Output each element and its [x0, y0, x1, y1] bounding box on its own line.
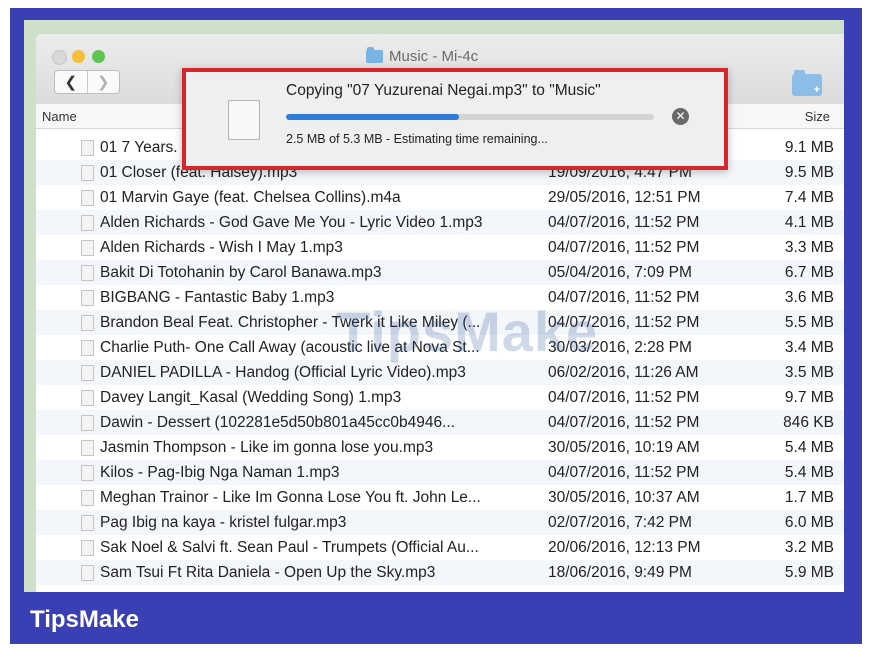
close-window-button[interactable]: [52, 50, 67, 65]
file-icon: [81, 215, 94, 231]
file-name: Dawin - Dessert (102281e5d50b801a45cc0b4…: [100, 414, 456, 431]
file-size: 846 KB: [783, 414, 834, 431]
file-date: 04/07/2016, 11:52 PM: [548, 464, 700, 481]
file-name: Sak Noel & Salvi ft. Sean Paul - Trumpet…: [100, 539, 479, 556]
file-size: 5.9 MB: [784, 564, 834, 581]
copy-progress-bar: [286, 114, 654, 120]
window-title-text: Music - Mi-4c: [389, 48, 479, 65]
file-size: 5.4 MB: [784, 464, 834, 481]
forward-button[interactable]: ❯: [86, 71, 120, 93]
file-size: 6.0 MB: [784, 514, 834, 531]
file-size: 3.5 MB: [784, 364, 834, 381]
new-folder-icon[interactable]: +: [792, 70, 822, 96]
stop-copy-icon[interactable]: ✕: [672, 108, 689, 125]
file-name: Jasmin Thompson - Like im gonna lose you…: [100, 439, 434, 456]
file-date: 30/05/2016, 10:19 AM: [548, 439, 700, 456]
file-icon: [81, 240, 94, 256]
file-name: 01 Marvin Gaye (feat. Chelsea Collins).m…: [100, 189, 401, 206]
file-size: 6.7 MB: [784, 264, 834, 281]
file-date: 05/04/2016, 7:09 PM: [548, 264, 692, 281]
navigation-buttons: ❮ ❯: [54, 70, 120, 94]
file-size: 9.5 MB: [784, 164, 834, 181]
file-icon: [81, 515, 94, 531]
column-header-size[interactable]: Size: [805, 109, 830, 124]
file-icon: [81, 265, 94, 281]
file-name: Davey Langit_Kasal (Wedding Song) 1.mp3: [100, 389, 402, 406]
file-date: 20/06/2016, 12:13 PM: [548, 539, 701, 556]
copy-dialog-title: Copying "07 Yuzurenai Negai.mp3" to "Mus…: [286, 82, 601, 99]
file-size: 3.6 MB: [784, 289, 834, 306]
file-icon: [81, 540, 94, 556]
screenshot-area: Music - Mi-4c ❮ ❯ + Name Size 01 7 Years…: [24, 20, 844, 592]
file-row[interactable]: Sam Tsui Ft Rita Daniela - Open Up the S…: [36, 560, 844, 585]
watermark: TipsMake: [336, 300, 599, 363]
file-row[interactable]: Davey Langit_Kasal (Wedding Song) 1.mp3 0…: [36, 385, 844, 410]
file-name: Sam Tsui Ft Rita Daniela - Open Up the S…: [100, 564, 436, 581]
brand-logo: TipsMake: [30, 606, 139, 633]
file-size: 3.2 MB: [784, 539, 834, 556]
file-icon: [81, 290, 94, 306]
file-row[interactable]: Alden Richards - Wish I May 1.mp3 04/07/2…: [36, 235, 844, 260]
file-row[interactable]: Kilos - Pag-Ibig Nga Naman 1.mp3 04/07/20…: [36, 460, 844, 485]
file-icon: [81, 340, 94, 356]
file-row[interactable]: Meghan Trainor - Like Im Gonna Lose You …: [36, 485, 844, 510]
file-size: 1.7 MB: [784, 489, 834, 506]
image-frame: Music - Mi-4c ❮ ❯ + Name Size 01 7 Years…: [10, 8, 862, 644]
file-icon: [81, 315, 94, 331]
file-icon: [81, 140, 94, 156]
copy-progress-fill: [286, 114, 459, 120]
file-size: 7.4 MB: [784, 189, 834, 206]
window-title: Music - Mi-4c: [366, 47, 479, 65]
file-size: 5.4 MB: [784, 439, 834, 456]
file-icon: [81, 490, 94, 506]
file-icon: [81, 390, 94, 406]
new-folder-plus: +: [813, 84, 820, 96]
file-icon: [81, 165, 94, 181]
copy-dialog-status: 2.5 MB of 5.3 MB - Estimating time remai…: [286, 132, 548, 146]
file-name: Alden Richards - Wish I May 1.mp3: [100, 239, 343, 256]
file-icon: [81, 565, 94, 581]
file-size: 5.5 MB: [784, 314, 834, 331]
file-row[interactable]: Pag Ibig na kaya - kristel fulgar.mp3 02/…: [36, 510, 844, 535]
file-date: 30/05/2016, 10:37 AM: [548, 489, 700, 506]
minimize-window-button[interactable]: [72, 50, 85, 63]
file-name: Bakit Di Totohanin by Carol Banawa.mp3: [100, 264, 382, 281]
back-button[interactable]: ❮: [55, 71, 87, 93]
file-name: Pag Ibig na kaya - kristel fulgar.mp3: [100, 514, 347, 531]
file-name: Meghan Trainor - Like Im Gonna Lose You …: [100, 489, 481, 506]
file-icon: [81, 365, 94, 381]
finder-window: Music - Mi-4c ❮ ❯ + Name Size 01 7 Years…: [36, 34, 844, 592]
folder-icon: [366, 47, 383, 63]
file-row[interactable]: Sak Noel & Salvi ft. Sean Paul - Trumpet…: [36, 535, 844, 560]
file-date: 02/07/2016, 7:42 PM: [548, 514, 692, 531]
column-header-name[interactable]: Name: [42, 109, 77, 124]
file-date: 04/07/2016, 11:52 PM: [548, 214, 700, 231]
file-icon: [81, 440, 94, 456]
file-size: 9.7 MB: [784, 389, 834, 406]
file-icon: [81, 190, 94, 206]
file-date: 29/05/2016, 12:51 PM: [548, 189, 701, 206]
file-size: 4.1 MB: [784, 214, 834, 231]
file-name: Alden Richards - God Gave Me You - Lyric…: [100, 214, 483, 231]
file-row[interactable]: Jasmin Thompson - Like im gonna lose you…: [36, 435, 844, 460]
zoom-window-button[interactable]: [92, 50, 105, 63]
copy-progress-dialog: Copying "07 Yuzurenai Negai.mp3" to "Mus…: [182, 68, 728, 170]
file-name: Kilos - Pag-Ibig Nga Naman 1.mp3: [100, 464, 340, 481]
document-icon: [223, 96, 260, 140]
file-date: 04/07/2016, 11:52 PM: [548, 389, 700, 406]
file-row[interactable]: Dawin - Dessert (102281e5d50b801a45cc0b4…: [36, 410, 844, 435]
file-size: 9.1 MB: [784, 139, 834, 156]
file-date: 04/07/2016, 11:52 PM: [548, 239, 700, 256]
file-icon: [81, 465, 94, 481]
file-row[interactable]: Alden Richards - God Gave Me You - Lyric…: [36, 210, 844, 235]
file-date: 04/07/2016, 11:52 PM: [548, 414, 700, 431]
file-row[interactable]: 01 Marvin Gaye (feat. Chelsea Collins).m…: [36, 185, 844, 210]
file-row[interactable]: Bakit Di Totohanin by Carol Banawa.mp3 05…: [36, 260, 844, 285]
file-size: 3.3 MB: [784, 239, 834, 256]
file-size: 3.4 MB: [784, 339, 834, 356]
file-date: 18/06/2016, 9:49 PM: [548, 564, 692, 581]
file-icon: [81, 415, 94, 431]
